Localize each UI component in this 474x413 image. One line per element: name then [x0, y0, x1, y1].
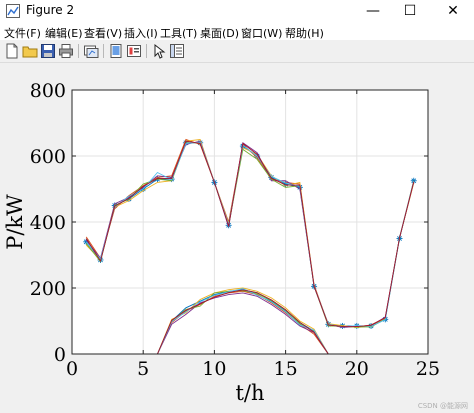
- y-tick-label: 0: [54, 344, 66, 366]
- menu-view[interactable]: 查看(V): [84, 25, 122, 41]
- x-tick-label: 25: [416, 358, 440, 380]
- maximize-button[interactable]: ☐: [393, 0, 427, 22]
- y-tick-label: 600: [30, 146, 66, 168]
- menu-bar: 文件(F) 编辑(E) 查看(V) 插入(I) 工具(T) 桌面(D) 窗口(W…: [0, 23, 474, 40]
- menu-insert[interactable]: 插入(I): [124, 25, 158, 41]
- minimize-button[interactable]: —: [356, 0, 390, 22]
- menu-tools[interactable]: 工具(T): [160, 25, 197, 41]
- print-icon[interactable]: [58, 43, 74, 59]
- property-editor-icon[interactable]: [169, 43, 185, 59]
- x-tick-label: 5: [137, 358, 149, 380]
- y-tick-label: 200: [30, 278, 66, 300]
- menu-desktop[interactable]: 桌面(D): [200, 25, 239, 41]
- y-tick-label: 800: [30, 80, 66, 102]
- watermark: CSDN @能源网: [417, 402, 468, 410]
- x-tick-label: 15: [274, 358, 298, 380]
- window-title: Figure 2: [26, 3, 75, 17]
- x-tick-label: 10: [202, 358, 226, 380]
- toolbar-separator: [146, 44, 147, 58]
- menu-window[interactable]: 窗口(W): [241, 25, 282, 41]
- x-tick-label: 20: [345, 358, 369, 380]
- menu-file[interactable]: 文件(F): [4, 25, 41, 41]
- toolbar-separator: [103, 44, 104, 58]
- y-axis-label: P/kW: [3, 194, 27, 250]
- x-axis-label: t/h: [235, 381, 264, 405]
- dock-icon[interactable]: [108, 43, 124, 59]
- new-figure-icon[interactable]: [4, 43, 20, 59]
- save-icon[interactable]: [40, 43, 56, 59]
- matlab-figure-icon: [6, 4, 20, 18]
- x-tick-label: 0: [66, 358, 78, 380]
- y-tick-label: 400: [30, 212, 66, 234]
- open-file-icon[interactable]: [22, 43, 38, 59]
- close-button[interactable]: ✕: [436, 0, 470, 22]
- title-bar: Figure 2 — ☐ ✕: [0, 0, 474, 22]
- figure-toolbar: [0, 40, 474, 63]
- menu-edit[interactable]: 编辑(E): [45, 25, 83, 41]
- line-chart[interactable]: 0 5 10 15 20 25 0 200 400 600 800 t/h P/kW: [0, 63, 474, 413]
- pointer-icon[interactable]: [151, 43, 167, 59]
- link-plot-icon[interactable]: [83, 43, 99, 59]
- menu-help[interactable]: 帮助(H): [285, 25, 324, 41]
- insert-colorbar-icon[interactable]: [126, 43, 142, 59]
- toolbar-separator: [78, 44, 79, 58]
